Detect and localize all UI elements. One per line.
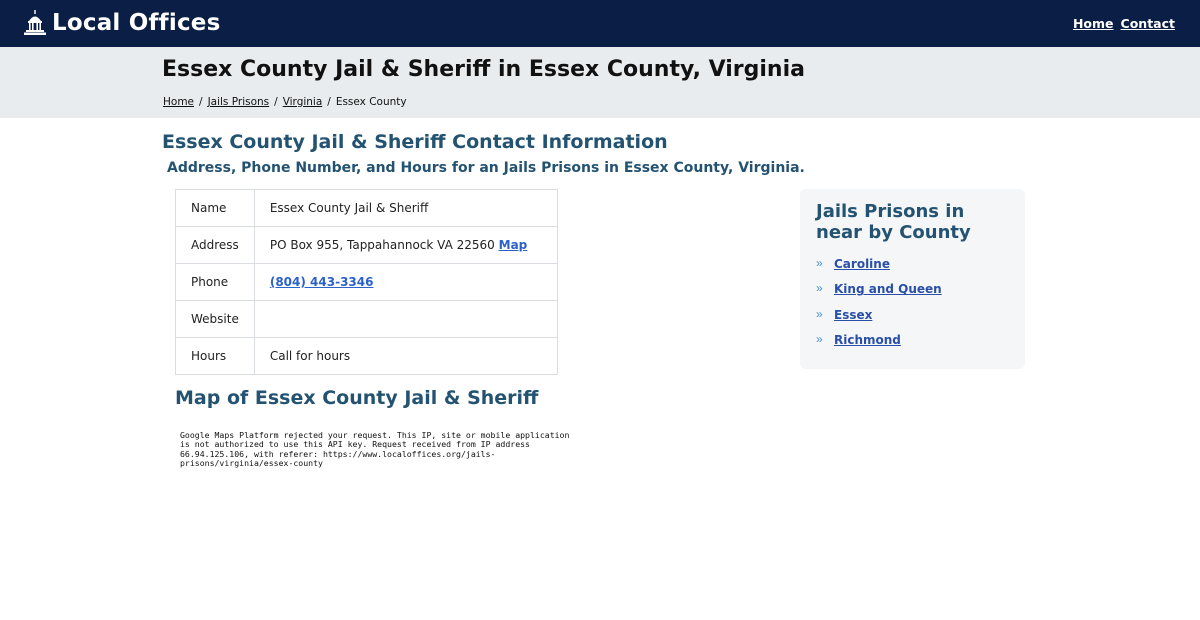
contact-info-table: Name Essex County Jail & Sheriff Address… <box>175 189 559 375</box>
breadcrumb-jails-prisons[interactable]: Jails Prisons <box>208 96 270 108</box>
contact-info-heading: Essex County Jail & Sheriff Contact Info… <box>162 131 668 153</box>
breadcrumb-separator: / <box>199 96 203 108</box>
brand-link[interactable]: Local Offices <box>24 9 220 37</box>
contact-info-subheading: Address, Phone Number, and Hours for an … <box>167 160 805 176</box>
list-item: » King and Queen <box>816 281 942 306</box>
table-row: Website <box>175 300 559 338</box>
row-label-website: Website <box>175 300 255 338</box>
map-link[interactable]: Map <box>499 238 528 252</box>
table-row: Phone (804) 443-3346 <box>175 263 559 301</box>
row-value-phone: (804) 443-3346 <box>253 263 559 301</box>
capitol-building-icon <box>24 10 46 35</box>
phone-link[interactable]: (804) 443-3346 <box>270 275 374 289</box>
row-value-address: PO Box 955, Tappahannock VA 22560 Map <box>253 226 559 264</box>
list-item: » Essex <box>816 307 942 332</box>
nav-links: Home Contact <box>1073 16 1175 31</box>
county-link-richmond[interactable]: Richmond <box>834 332 901 348</box>
county-link-king-and-queen[interactable]: King and Queen <box>834 281 942 297</box>
address-text: PO Box 955, Tappahannock VA 22560 <box>269 238 495 252</box>
county-link-caroline[interactable]: Caroline <box>834 256 890 272</box>
breadcrumb-current: Essex County <box>335 96 407 108</box>
breadcrumb-separator: / <box>327 96 331 108</box>
table-row: Hours Call for hours <box>175 337 559 375</box>
breadcrumb-home[interactable]: Home <box>163 96 194 108</box>
page-header: Essex County Jail & Sheriff in Essex Cou… <box>0 47 1200 118</box>
list-item: » Richmond <box>816 332 942 357</box>
brand-name[interactable]: Local Offices <box>52 10 220 36</box>
nav-contact-link[interactable]: Contact <box>1121 16 1175 31</box>
row-label-address: Address <box>175 226 255 264</box>
breadcrumb: Home / Jails Prisons / Virginia / Essex … <box>163 96 407 108</box>
map-heading: Map of Essex County Jail & Sheriff <box>175 387 539 409</box>
nearby-counties-sidebar: Jails Prisons in near by County » Caroli… <box>800 189 1025 369</box>
row-label-phone: Phone <box>175 263 255 301</box>
row-value-website <box>253 300 559 338</box>
double-chevron-right-icon: » <box>816 306 823 321</box>
nearby-county-list: » Caroline » King and Queen » Essex » Ri… <box>816 256 942 357</box>
double-chevron-right-icon: » <box>816 256 823 270</box>
table-row: Name Essex County Jail & Sheriff <box>175 189 559 227</box>
double-chevron-right-icon: » <box>816 281 823 296</box>
row-label-hours: Hours <box>175 337 255 375</box>
breadcrumb-virginia[interactable]: Virginia <box>283 96 323 108</box>
row-label-name: Name <box>175 189 255 227</box>
sidebar-title: Jails Prisons in near by County <box>816 201 971 243</box>
breadcrumb-separator: / <box>274 96 278 108</box>
nav-home-link[interactable]: Home <box>1073 16 1114 31</box>
top-navbar: Local Offices Home Contact <box>0 0 1200 47</box>
list-item: » Caroline <box>816 256 942 281</box>
row-value-name: Essex County Jail & Sheriff <box>253 189 559 227</box>
table-row: Address PO Box 955, Tappahannock VA 2256… <box>175 226 559 264</box>
page-title: Essex County Jail & Sheriff in Essex Cou… <box>162 57 805 82</box>
row-value-hours: Call for hours <box>253 337 559 375</box>
map-error-message: Google Maps Platform rejected your reque… <box>180 430 575 469</box>
county-link-essex[interactable]: Essex <box>834 307 872 323</box>
double-chevron-right-icon: » <box>816 331 823 346</box>
